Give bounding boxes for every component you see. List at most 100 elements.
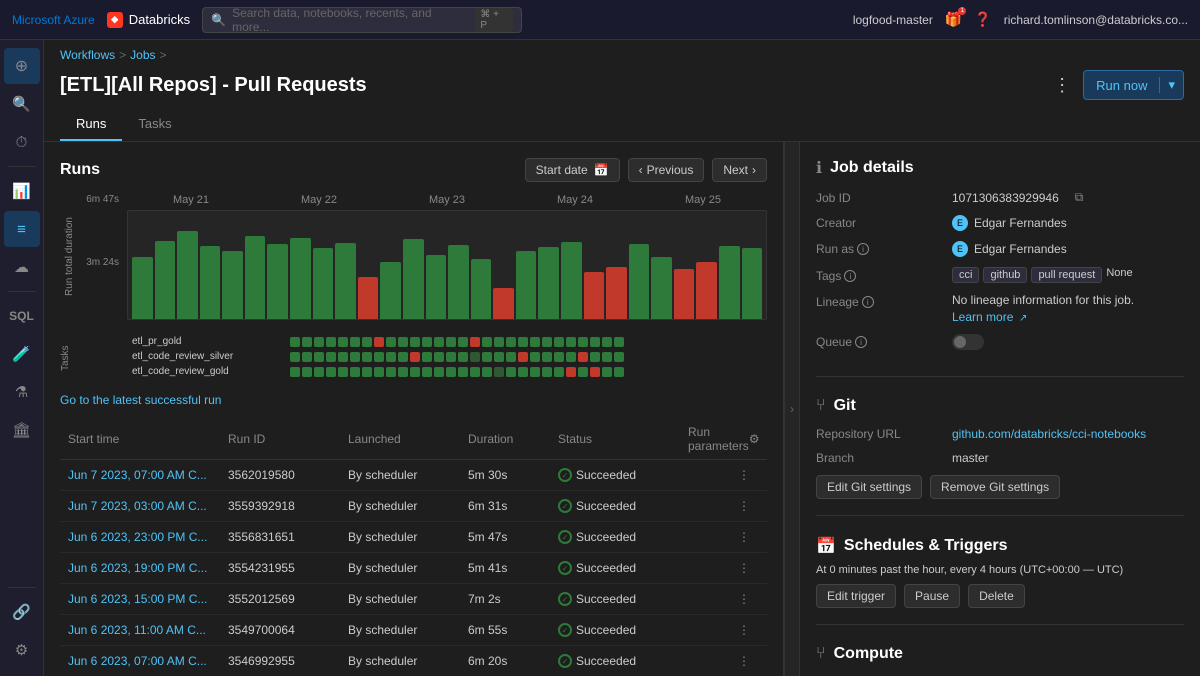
cell-more[interactable]: ⋮ — [729, 561, 759, 575]
task-dot[interactable] — [554, 337, 564, 347]
sidebar-item-home[interactable]: ⊕ — [4, 48, 40, 84]
task-dot[interactable] — [434, 352, 444, 362]
task-dot[interactable] — [542, 367, 552, 377]
chart-bar[interactable] — [290, 238, 311, 319]
task-dot[interactable] — [494, 352, 504, 362]
task-dot[interactable] — [410, 352, 420, 362]
chart-bar[interactable] — [222, 251, 243, 319]
chart-bar[interactable] — [584, 272, 605, 319]
cell-start[interactable]: Jun 6 2023, 19:00 PM C... — [68, 561, 228, 575]
task-dot[interactable] — [362, 367, 372, 377]
chart-bar[interactable] — [674, 269, 695, 319]
cell-more[interactable]: ⋮ — [729, 623, 759, 637]
help-icon[interactable]: ❓ — [974, 11, 991, 28]
task-dot[interactable] — [362, 337, 372, 347]
queue-toggle[interactable] — [952, 334, 984, 350]
task-dot[interactable] — [578, 337, 588, 347]
task-dot[interactable] — [458, 367, 468, 377]
chart-bar[interactable] — [651, 257, 672, 319]
task-dot[interactable] — [326, 352, 336, 362]
task-dot[interactable] — [386, 352, 396, 362]
cell-start[interactable]: Jun 6 2023, 23:00 PM C... — [68, 530, 228, 544]
task-dot[interactable] — [566, 352, 576, 362]
task-dot[interactable] — [494, 367, 504, 377]
edit-git-settings-button[interactable]: Edit Git settings — [816, 475, 922, 499]
tag-github[interactable]: github — [983, 267, 1027, 283]
task-dot[interactable] — [530, 367, 540, 377]
task-dot[interactable] — [290, 337, 300, 347]
task-dot[interactable] — [578, 367, 588, 377]
chart-bar[interactable] — [742, 248, 763, 319]
cell-start[interactable]: Jun 6 2023, 11:00 AM C... — [68, 623, 228, 637]
task-dot[interactable] — [590, 367, 600, 377]
sidebar-item-recents[interactable]: ⏱ — [4, 124, 40, 160]
task-dot[interactable] — [422, 337, 432, 347]
task-dot[interactable] — [542, 352, 552, 362]
sidebar-item-models[interactable]: 🏛 — [4, 412, 40, 448]
task-dot[interactable] — [506, 367, 516, 377]
task-dot[interactable] — [362, 352, 372, 362]
task-dot[interactable] — [350, 367, 360, 377]
task-dot[interactable] — [398, 367, 408, 377]
breadcrumb-jobs[interactable]: Jobs — [130, 48, 155, 62]
task-dot[interactable] — [614, 337, 624, 347]
task-dot[interactable] — [590, 337, 600, 347]
chart-bar[interactable] — [358, 277, 379, 319]
chart-bar[interactable] — [245, 236, 266, 319]
task-dot[interactable] — [374, 352, 384, 362]
previous-button[interactable]: ‹ Previous — [628, 158, 705, 182]
task-dot[interactable] — [338, 367, 348, 377]
go-to-latest-link[interactable]: Go to the latest successful run — [60, 393, 767, 407]
chart-bar[interactable] — [516, 251, 537, 319]
sidebar-item-ml[interactable]: 🧪 — [4, 336, 40, 372]
task-dot[interactable] — [398, 352, 408, 362]
chart-bar[interactable] — [493, 288, 514, 319]
copy-icon[interactable]: ⧉ — [1075, 190, 1084, 205]
delete-button[interactable]: Delete — [968, 584, 1025, 608]
task-dot[interactable] — [326, 337, 336, 347]
task-dot[interactable] — [602, 337, 612, 347]
col-settings-icon[interactable]: ⚙ — [749, 432, 779, 446]
remove-git-settings-button[interactable]: Remove Git settings — [930, 475, 1060, 499]
sidebar-item-data[interactable]: 📊 — [4, 173, 40, 209]
chart-bar[interactable] — [177, 231, 198, 319]
task-dot[interactable] — [518, 352, 528, 362]
cell-start[interactable]: Jun 6 2023, 07:00 AM C... — [68, 654, 228, 668]
panel-collapse[interactable]: › — [784, 142, 800, 676]
task-dot[interactable] — [398, 337, 408, 347]
task-dot[interactable] — [602, 367, 612, 377]
task-dot[interactable] — [338, 352, 348, 362]
task-dot[interactable] — [302, 352, 312, 362]
task-dot[interactable] — [590, 352, 600, 362]
task-dot[interactable] — [410, 337, 420, 347]
tags-info-icon[interactable]: i — [844, 270, 856, 282]
task-dot[interactable] — [554, 367, 564, 377]
cell-start[interactable]: Jun 7 2023, 03:00 AM C... — [68, 499, 228, 513]
chart-bar[interactable] — [335, 243, 356, 319]
task-dot[interactable] — [614, 352, 624, 362]
task-dot[interactable] — [542, 337, 552, 347]
run-now-chevron[interactable]: ▾ — [1159, 77, 1183, 93]
cell-more[interactable]: ⋮ — [729, 468, 759, 482]
task-dot[interactable] — [386, 337, 396, 347]
cell-more[interactable]: ⋮ — [729, 499, 759, 513]
cell-start[interactable]: Jun 7 2023, 07:00 AM C... — [68, 468, 228, 482]
task-dot[interactable] — [410, 367, 420, 377]
task-dot[interactable] — [422, 367, 432, 377]
task-dot[interactable] — [458, 352, 468, 362]
task-dot[interactable] — [386, 367, 396, 377]
task-dot[interactable] — [470, 337, 480, 347]
task-dot[interactable] — [446, 337, 456, 347]
tab-tasks[interactable]: Tasks — [122, 108, 187, 141]
lineage-info-icon[interactable]: i — [862, 296, 874, 308]
task-dot[interactable] — [446, 352, 456, 362]
chart-bar[interactable] — [380, 262, 401, 319]
task-dot[interactable] — [506, 337, 516, 347]
task-dot[interactable] — [434, 367, 444, 377]
task-dot[interactable] — [530, 352, 540, 362]
chart-bar[interactable] — [719, 246, 740, 319]
task-dot[interactable] — [530, 337, 540, 347]
chart-bar[interactable] — [448, 245, 469, 319]
gift-icon[interactable]: 🎁1 — [945, 11, 962, 28]
task-dot[interactable] — [290, 352, 300, 362]
